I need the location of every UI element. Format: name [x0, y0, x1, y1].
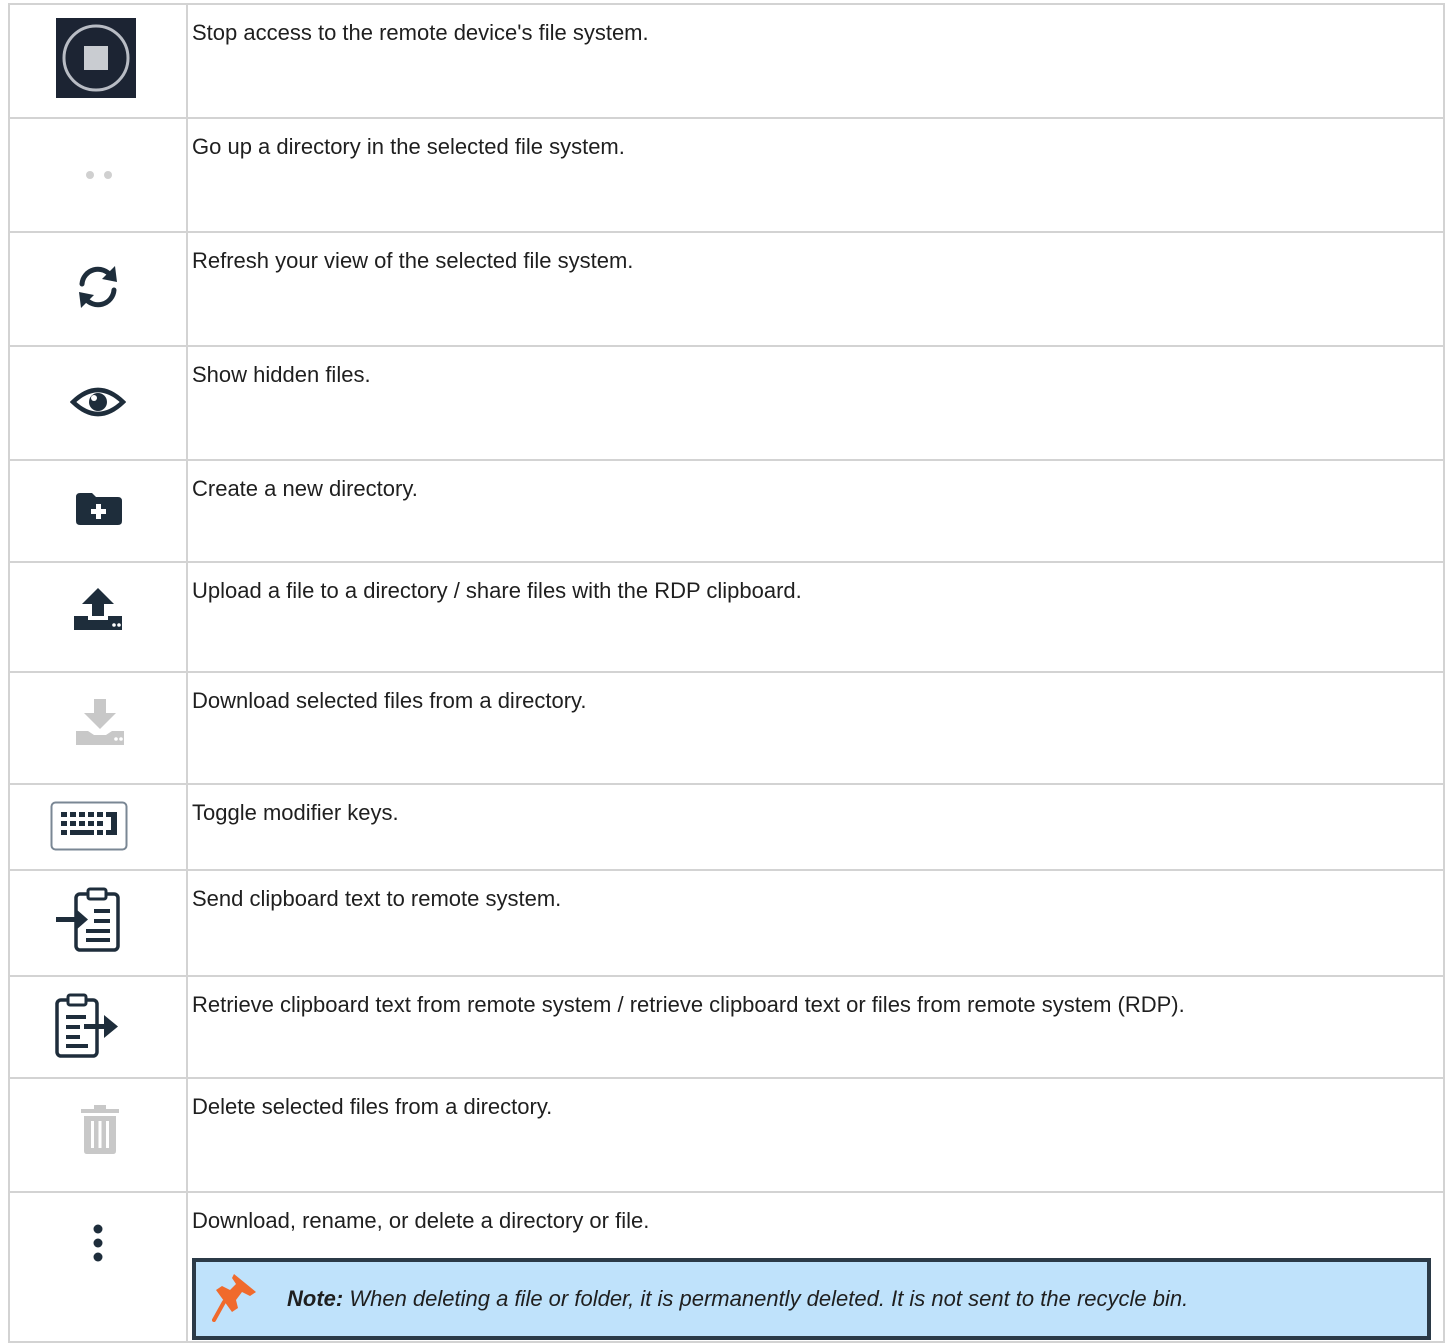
note-body: When deleting a file or folder, it is pe…	[343, 1286, 1189, 1311]
table-row: Retrieve clipboard text from remote syst…	[8, 975, 1445, 1079]
table-row: Send clipboard text to remote system.	[8, 869, 1445, 977]
icon-cell	[8, 671, 188, 785]
clipboard-retrieve-icon	[55, 993, 118, 1058]
parent-directory-icon	[86, 171, 112, 179]
upload-icon	[74, 588, 122, 630]
description: Delete selected files from a directory.	[186, 1077, 1445, 1193]
note-label: Note:	[287, 1286, 344, 1311]
description: Refresh your view of the selected file s…	[186, 231, 1445, 347]
description-cell: Download, rename, or delete a directory …	[186, 1191, 1445, 1343]
icon-cell	[8, 975, 188, 1079]
description: Stop access to the remote device's file …	[186, 3, 1445, 119]
note-box: Note: When deleting a file or folder, it…	[192, 1258, 1431, 1340]
description: Retrieve clipboard text from remote syst…	[186, 975, 1445, 1079]
description: Show hidden files.	[186, 345, 1445, 461]
new-folder-icon	[76, 493, 122, 525]
icon-cell	[8, 1077, 188, 1193]
table-row: Create a new directory.	[8, 459, 1445, 563]
icon-cell	[8, 561, 188, 673]
description: Download selected files from a directory…	[186, 671, 1445, 785]
icon-cell	[8, 869, 188, 977]
description: Go up a directory in the selected file s…	[186, 117, 1445, 233]
description: Upload a file to a directory / share fil…	[186, 561, 1445, 673]
eye-icon	[70, 387, 126, 417]
table-row: Go up a directory in the selected file s…	[8, 117, 1445, 233]
description: Download, rename, or delete a directory …	[192, 1208, 650, 1233]
icon-cell	[8, 459, 188, 563]
icon-cell	[8, 1191, 188, 1343]
icon-cell	[8, 345, 188, 461]
table-row: Toggle modifier keys.	[8, 783, 1445, 871]
table-row: Refresh your view of the selected file s…	[8, 231, 1445, 347]
icon-cell	[8, 117, 188, 233]
clipboard-send-icon	[56, 887, 120, 952]
table-row: Delete selected files from a directory.	[8, 1077, 1445, 1193]
toolbar-icon-table: Stop access to the remote device's file …	[8, 3, 1445, 1343]
keyboard-icon	[50, 801, 128, 851]
table-row: Download selected files from a directory…	[8, 671, 1445, 785]
more-vertical-icon	[93, 1224, 103, 1262]
icon-cell	[8, 783, 188, 871]
table-row: Upload a file to a directory / share fil…	[8, 561, 1445, 673]
description: Send clipboard text to remote system.	[186, 869, 1445, 977]
description: Create a new directory.	[186, 459, 1445, 563]
trash-icon	[81, 1105, 119, 1154]
table-row: Download, rename, or delete a directory …	[8, 1191, 1445, 1343]
description: Toggle modifier keys.	[186, 783, 1445, 871]
stop-icon	[56, 18, 136, 98]
refresh-icon	[79, 266, 117, 308]
table-row: Stop access to the remote device's file …	[8, 3, 1445, 119]
download-icon	[76, 699, 124, 745]
pushpin-icon	[212, 1274, 256, 1322]
table-row: Show hidden files.	[8, 345, 1445, 461]
icon-cell	[8, 231, 188, 347]
note-text: Note: When deleting a file or folder, it…	[287, 1286, 1188, 1312]
icon-cell	[8, 3, 188, 119]
